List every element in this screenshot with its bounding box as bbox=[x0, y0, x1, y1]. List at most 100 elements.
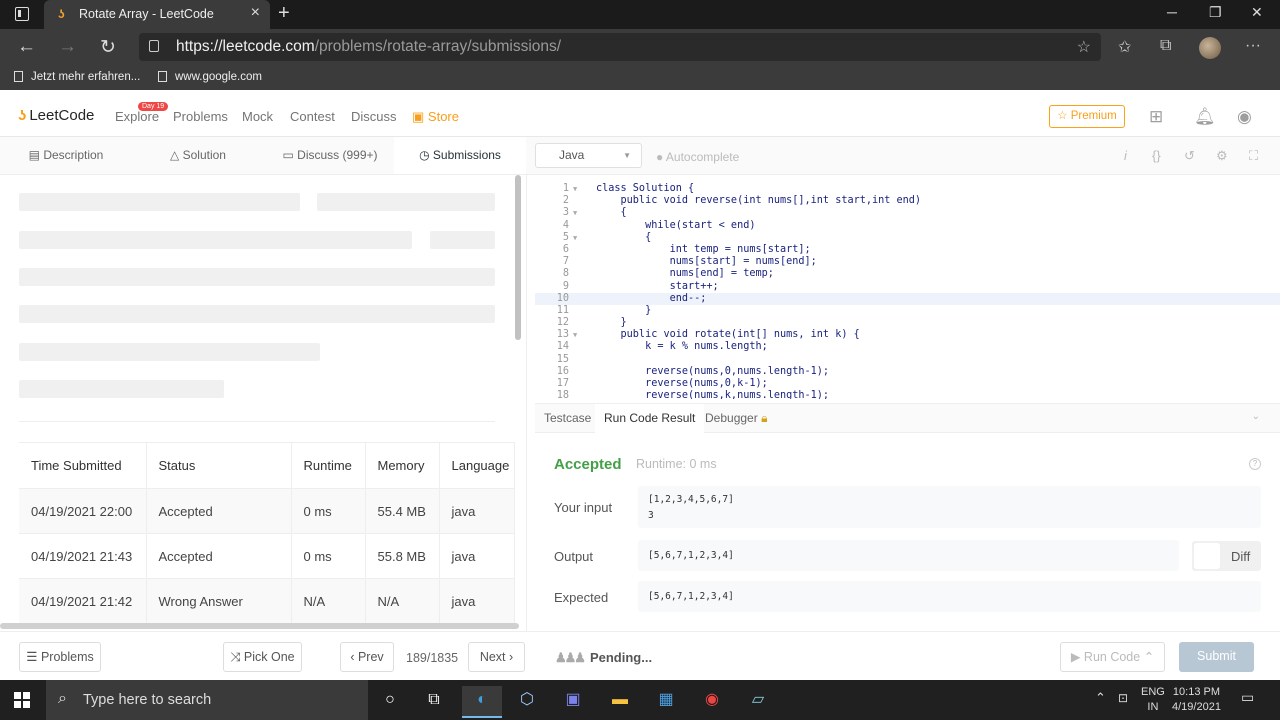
taskbar-search[interactable]: ⌕ Type here to search bbox=[46, 680, 368, 720]
code-line[interactable]: 17 reverse(nums,0,k-1); bbox=[535, 378, 1280, 390]
tab-description[interactable]: ▤ Description bbox=[0, 137, 132, 174]
bookmark-item[interactable]: Jetzt mehr erfahren... bbox=[14, 71, 140, 83]
teams-icon[interactable]: ▣ bbox=[553, 686, 593, 718]
diff-switch[interactable] bbox=[1194, 543, 1220, 569]
tab-close-icon[interactable]: × bbox=[251, 4, 260, 22]
tab-actions-icon[interactable] bbox=[15, 7, 29, 21]
next-button[interactable]: Next › bbox=[468, 642, 525, 672]
cell-status-link[interactable]: Accepted bbox=[146, 488, 292, 534]
fold-icon[interactable]: ▼ bbox=[573, 183, 577, 195]
prev-button[interactable]: ‹ Prev bbox=[340, 642, 394, 672]
notification-bell-icon[interactable]: 🔔︎ bbox=[1194, 107, 1216, 127]
autocomplete-toggle[interactable]: ● Autocomplete bbox=[656, 150, 739, 164]
network-app-icon[interactable]: ▦ bbox=[646, 686, 686, 718]
leetcode-logo[interactable]: ʖ LeetCode bbox=[18, 107, 94, 124]
chrome-icon[interactable]: ◉ bbox=[692, 686, 732, 718]
horizontal-scrollbar[interactable] bbox=[0, 623, 519, 629]
notepad-icon[interactable]: ▱ bbox=[738, 686, 778, 718]
new-tab-icon[interactable]: + bbox=[278, 2, 290, 25]
code-line[interactable]: 7 nums[start] = nums[end]; bbox=[535, 256, 1280, 268]
code-line[interactable]: 1 ▼ class Solution { bbox=[535, 183, 1280, 195]
nav-explore[interactable]: Explore bbox=[115, 109, 159, 124]
code-line[interactable]: 18 reverse(nums,k,nums.length-1); bbox=[535, 390, 1280, 399]
left-panel-scrollbar[interactable] bbox=[515, 175, 521, 340]
nav-discuss[interactable]: Discuss bbox=[351, 109, 397, 124]
profile-avatar[interactable] bbox=[1199, 37, 1221, 59]
settings-icon[interactable]: ⚙ bbox=[1216, 148, 1228, 164]
refresh-icon[interactable]: ↻ bbox=[100, 36, 116, 59]
url-field[interactable]: https://leetcode.com/problems/rotate-arr… bbox=[139, 33, 1101, 61]
run-code-button[interactable]: ▶ Run Code ⌃ bbox=[1060, 642, 1165, 672]
file-explorer-icon[interactable]: ▬ bbox=[600, 686, 640, 718]
bookmark-item[interactable]: www.google.com bbox=[158, 71, 262, 83]
fold-icon[interactable]: ▼ bbox=[573, 232, 577, 244]
tray-chevron-icon[interactable]: ⌃ bbox=[1095, 690, 1106, 705]
reset-icon[interactable]: ↺ bbox=[1184, 148, 1195, 164]
language-select[interactable]: Java ▼ bbox=[535, 143, 642, 168]
code-line[interactable]: 5 ▼ { bbox=[535, 232, 1280, 244]
code-line[interactable]: 4 while(start < end) bbox=[535, 220, 1280, 232]
code-line[interactable]: 8 nums[end] = temp; bbox=[535, 268, 1280, 280]
nav-mock[interactable]: Mock bbox=[242, 109, 273, 124]
pick-one-button[interactable]: ⤨ Pick One bbox=[223, 642, 302, 672]
code-editor[interactable]: 1 ▼ class Solution {2 public void reverse(… bbox=[535, 183, 1280, 399]
diff-toggle[interactable]: Diff bbox=[1192, 541, 1261, 571]
add-favorite-icon[interactable]: ☆ bbox=[1077, 37, 1091, 57]
notifications-icon[interactable]: ▭ bbox=[1241, 690, 1254, 705]
submit-button[interactable]: Submit bbox=[1179, 642, 1254, 672]
problems-list-button[interactable]: ☰ Problems bbox=[19, 642, 101, 672]
edge-browser-icon[interactable]: ◐ bbox=[462, 686, 502, 718]
chevron-down-icon[interactable]: ⌄ bbox=[1252, 411, 1260, 422]
collections-icon[interactable]: ⧉ bbox=[1160, 37, 1171, 55]
task-view-icon[interactable]: ⧉ bbox=[414, 686, 454, 718]
nav-contest[interactable]: Contest bbox=[290, 109, 335, 124]
code-line[interactable]: 9 start++; bbox=[535, 281, 1280, 293]
code-line[interactable]: 15 bbox=[535, 354, 1280, 366]
tab-submissions[interactable]: ◷ Submissions bbox=[394, 137, 526, 174]
col-language[interactable]: Language bbox=[439, 442, 515, 489]
nav-problems[interactable]: Problems bbox=[173, 109, 228, 124]
window-close-icon[interactable]: ✕ bbox=[1251, 4, 1263, 21]
browser-tab[interactable]: ʖ Rotate Array - LeetCode × bbox=[44, 0, 270, 29]
restore-icon[interactable]: ❐ bbox=[1209, 4, 1222, 21]
input-language[interactable]: ENG IN bbox=[1141, 685, 1165, 715]
fold-icon[interactable]: ▼ bbox=[573, 329, 577, 341]
favorites-icon[interactable]: ✩ bbox=[1118, 37, 1131, 57]
cortana-icon[interactable]: ○ bbox=[370, 686, 410, 718]
code-line[interactable]: 14 k = k % nums.length; bbox=[535, 341, 1280, 353]
tab-run-code-result[interactable]: Run Code Result bbox=[595, 404, 705, 433]
code-line[interactable]: 12 } bbox=[535, 317, 1280, 329]
panel-divider[interactable] bbox=[526, 137, 527, 631]
code-line[interactable]: 13 ▼ public void rotate(int[] nums, int k… bbox=[535, 329, 1280, 341]
col-runtime[interactable]: Runtime bbox=[291, 442, 366, 489]
windows-start-icon[interactable] bbox=[14, 692, 30, 708]
tab-solution[interactable]: △ Solution bbox=[132, 137, 264, 174]
nav-store[interactable]: ▣ Store bbox=[412, 109, 459, 125]
tab-testcase[interactable]: Testcase bbox=[535, 404, 600, 433]
clock[interactable]: 10:13 PM 4/19/2021 bbox=[1172, 685, 1221, 715]
tab-discuss[interactable]: ▭ Discuss (999+) bbox=[264, 137, 396, 174]
minimize-icon[interactable]: ─ bbox=[1167, 4, 1177, 20]
fullscreen-icon[interactable]: ⛶ bbox=[1249, 148, 1258, 164]
playground-icon[interactable]: ⊞ bbox=[1149, 107, 1163, 127]
user-account-icon[interactable]: ◉ bbox=[1237, 107, 1252, 127]
more-menu-icon[interactable]: ··· bbox=[1245, 37, 1261, 55]
format-braces-icon[interactable]: {} bbox=[1152, 148, 1161, 163]
cell-status-link[interactable]: Wrong Answer bbox=[146, 578, 292, 624]
code-line[interactable]: 16 reverse(nums,0,nums.length-1); bbox=[535, 366, 1280, 378]
col-memory[interactable]: Memory bbox=[365, 442, 440, 489]
code-line[interactable]: 3 ▼ { bbox=[535, 207, 1280, 219]
col-status[interactable]: Status bbox=[146, 442, 292, 489]
3d-viewer-icon[interactable]: ⬡ bbox=[507, 686, 547, 718]
tab-debugger[interactable]: Debugger 🔒︎ bbox=[696, 404, 776, 433]
code-line[interactable]: 2 public void reverse(int nums[],int sta… bbox=[535, 195, 1280, 207]
cell-status-link[interactable]: Accepted bbox=[146, 533, 292, 579]
fold-icon[interactable]: ▼ bbox=[573, 207, 577, 219]
code-line[interactable]: 11 } bbox=[535, 305, 1280, 317]
col-time-submitted[interactable]: Time Submitted bbox=[19, 442, 147, 489]
network-icon[interactable]: ⊡ bbox=[1118, 691, 1128, 706]
help-icon[interactable]: ? bbox=[1249, 458, 1261, 470]
code-line[interactable]: 10 end--; bbox=[535, 292, 1280, 305]
info-icon[interactable]: i bbox=[1124, 148, 1127, 163]
premium-button[interactable]: ☆ Premium bbox=[1049, 105, 1125, 128]
